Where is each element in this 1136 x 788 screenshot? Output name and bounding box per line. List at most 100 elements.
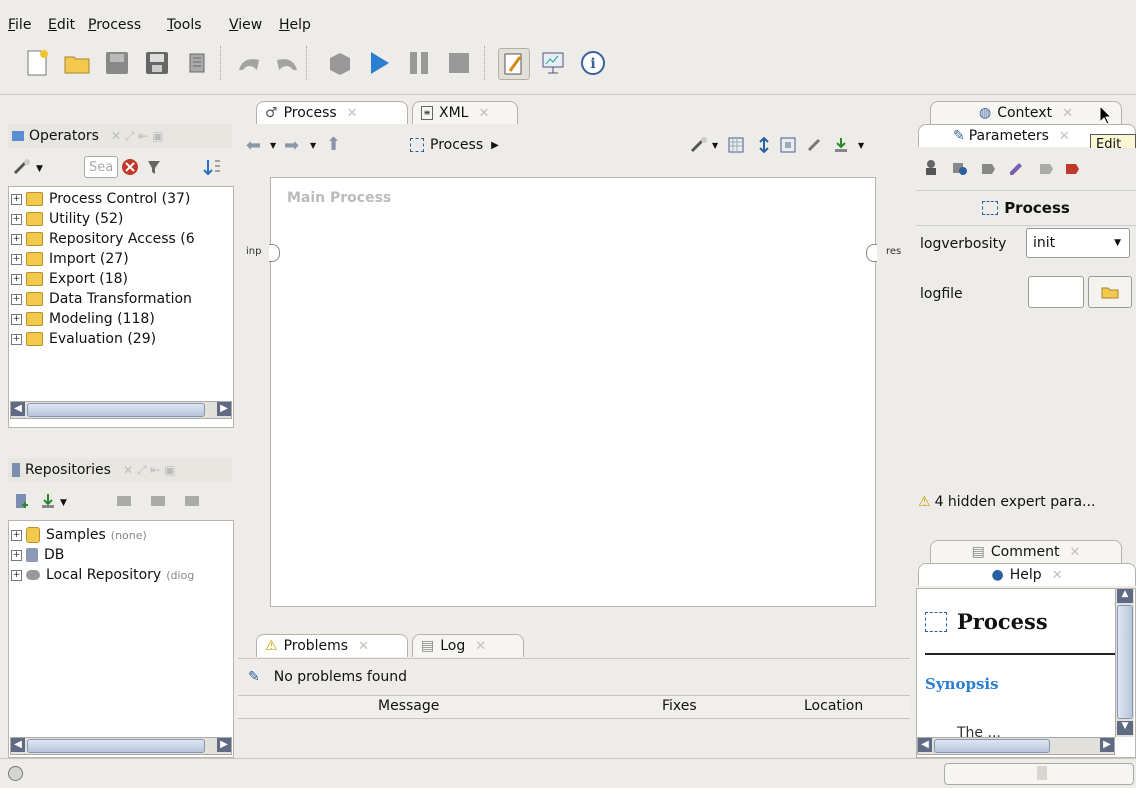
tree-item-local-repository[interactable]: + Local Repository (diog [11,565,194,585]
scroll-right-icon[interactable]: ▶ [217,738,231,752]
logfile-input[interactable] [1028,276,1084,308]
operators-search-input[interactable]: Sea [84,156,118,178]
chevron-down-icon[interactable]: ▼ [270,141,276,150]
tree-item-utility[interactable]: + Utility (52) [11,209,123,229]
expert-mode-icon[interactable] [922,158,940,180]
save-as-icon[interactable] [142,48,172,78]
close-icon[interactable]: ✕ [1059,129,1070,144]
back-icon[interactable]: ⬅ [246,135,261,156]
help-horizontal-scrollbar[interactable]: ◀ ▶ [917,737,1115,755]
forward-icon[interactable]: ➡ [284,135,299,156]
browse-file-button[interactable] [1088,276,1132,308]
close-icon[interactable]: ✕ [358,639,369,654]
wand-icon[interactable] [690,137,708,157]
tree-item-db[interactable]: + DB [11,545,64,565]
input-port[interactable] [269,244,280,262]
result-perspective-icon[interactable] [538,48,568,78]
pause-icon[interactable] [404,48,434,78]
sort-icon[interactable] [202,157,222,177]
clear-search-icon[interactable] [120,157,140,177]
panel-window-icons[interactable]: ✕ ⤢ ⇤ ▣ [123,463,176,478]
chevron-down-icon[interactable]: ▼ [712,141,718,150]
tree-item-samples[interactable]: + Samples (none) [11,525,147,545]
scrollbar-thumb[interactable] [1117,605,1133,719]
run-block-icon[interactable] [324,48,354,78]
design-perspective-icon[interactable] [498,48,530,80]
scroll-down-icon[interactable]: ▼ [1117,721,1133,735]
tree-item-import[interactable]: + Import (27) [11,249,129,269]
help-vertical-scrollbar[interactable]: ▲ ▼ [1115,589,1134,737]
tree-item-export[interactable]: + Export (18) [11,269,128,289]
link-icon[interactable] [806,137,822,157]
param-icon[interactable] [980,160,996,180]
scrollbar-thumb[interactable] [934,739,1050,753]
scroll-up-icon[interactable]: ▲ [1117,589,1133,603]
tree-item-process-control[interactable]: + Process Control (37) [11,189,190,209]
scroll-left-icon[interactable]: ◀ [918,738,932,752]
process-canvas[interactable]: Main Process [269,177,877,607]
export-icon[interactable] [832,137,850,157]
close-icon[interactable]: ✕ [475,639,486,654]
folder-action-icon[interactable] [148,491,168,511]
close-icon[interactable]: ✕ [1069,545,1080,560]
close-icon[interactable]: ✕ [1062,106,1073,121]
open-folder-icon[interactable] [62,48,92,78]
delete-param-icon[interactable] [1064,160,1080,180]
tab-log[interactable]: ▤ Log ✕ [412,634,524,657]
new-process-icon[interactable] [22,48,52,78]
folder-action-icon[interactable] [114,491,134,511]
tab-help[interactable]: ● Help ✕ [918,563,1136,586]
filter-icon[interactable] [144,157,164,177]
menu-file[interactable]: File [8,17,31,33]
result-port[interactable] [866,244,877,262]
scroll-left-icon[interactable]: ◀ [11,402,25,416]
chevron-down-icon[interactable]: ▼ [60,498,67,508]
folder-action-icon[interactable] [182,491,202,511]
tab-process[interactable]: ♂ Process ✕ [256,101,408,124]
info-icon[interactable]: i [578,48,608,78]
redo-icon[interactable] [272,48,302,78]
tab-comment[interactable]: ▤ Comment ✕ [930,540,1122,563]
repositories-horizontal-scrollbar[interactable]: ◀ ▶ [10,737,232,755]
breadcrumb[interactable]: Process ▶ [410,137,499,153]
import-icon[interactable] [38,491,58,511]
chevron-down-icon[interactable]: ▼ [310,141,316,150]
save-icon[interactable] [102,48,132,78]
tab-problems[interactable]: ⚠ Problems ✕ [256,634,408,657]
tree-item-repository-access[interactable]: + Repository Access (6 [11,229,195,249]
menu-edit[interactable]: Edit [48,17,75,33]
close-icon[interactable]: ✕ [347,106,358,121]
tree-item-evaluation[interactable]: + Evaluation (29) [11,329,156,349]
wand-icon[interactable] [12,157,32,177]
hidden-expert-note[interactable]: ⚠ 4 hidden expert para... [918,494,1095,510]
scrollbar-thumb[interactable] [27,403,205,417]
auto-arrange-icon[interactable] [756,136,772,157]
stop-icon[interactable] [444,48,474,78]
menu-view[interactable]: View [229,17,262,33]
panel-window-icons[interactable]: ✕ ⤢ ⇤ ▣ [111,129,164,144]
operators-horizontal-scrollbar[interactable]: ◀ ▶ [10,401,232,419]
scroll-right-icon[interactable]: ▶ [217,402,231,416]
scrollbar-thumb[interactable] [27,739,205,753]
undo-icon[interactable] [234,48,264,78]
param-icon[interactable] [1038,160,1054,180]
chevron-down-icon[interactable]: ▼ [858,141,864,150]
fit-icon[interactable] [780,137,796,157]
column-message[interactable]: Message [378,698,439,714]
grid-icon[interactable] [728,137,744,157]
logverbosity-select[interactable]: init ▼ [1026,228,1130,258]
column-fixes[interactable]: Fixes [662,698,697,714]
tab-context[interactable]: ◍ Context ✕ [930,101,1122,124]
menu-help[interactable]: Help [279,17,311,33]
add-repository-icon[interactable] [12,491,32,511]
chevron-down-icon[interactable]: ▼ [36,164,43,174]
info-param-icon[interactable] [952,160,968,180]
scroll-left-icon[interactable]: ◀ [11,738,25,752]
menu-process[interactable]: Process [88,17,141,33]
tab-xml[interactable]: ≡ XML ✕ [412,101,518,124]
tree-item-modeling[interactable]: + Modeling (118) [11,309,155,329]
column-location[interactable]: Location [804,698,863,714]
scroll-right-icon[interactable]: ▶ [1100,738,1114,752]
tree-item-data-transformation[interactable]: + Data Transformation [11,289,192,309]
print-icon[interactable] [182,48,212,78]
